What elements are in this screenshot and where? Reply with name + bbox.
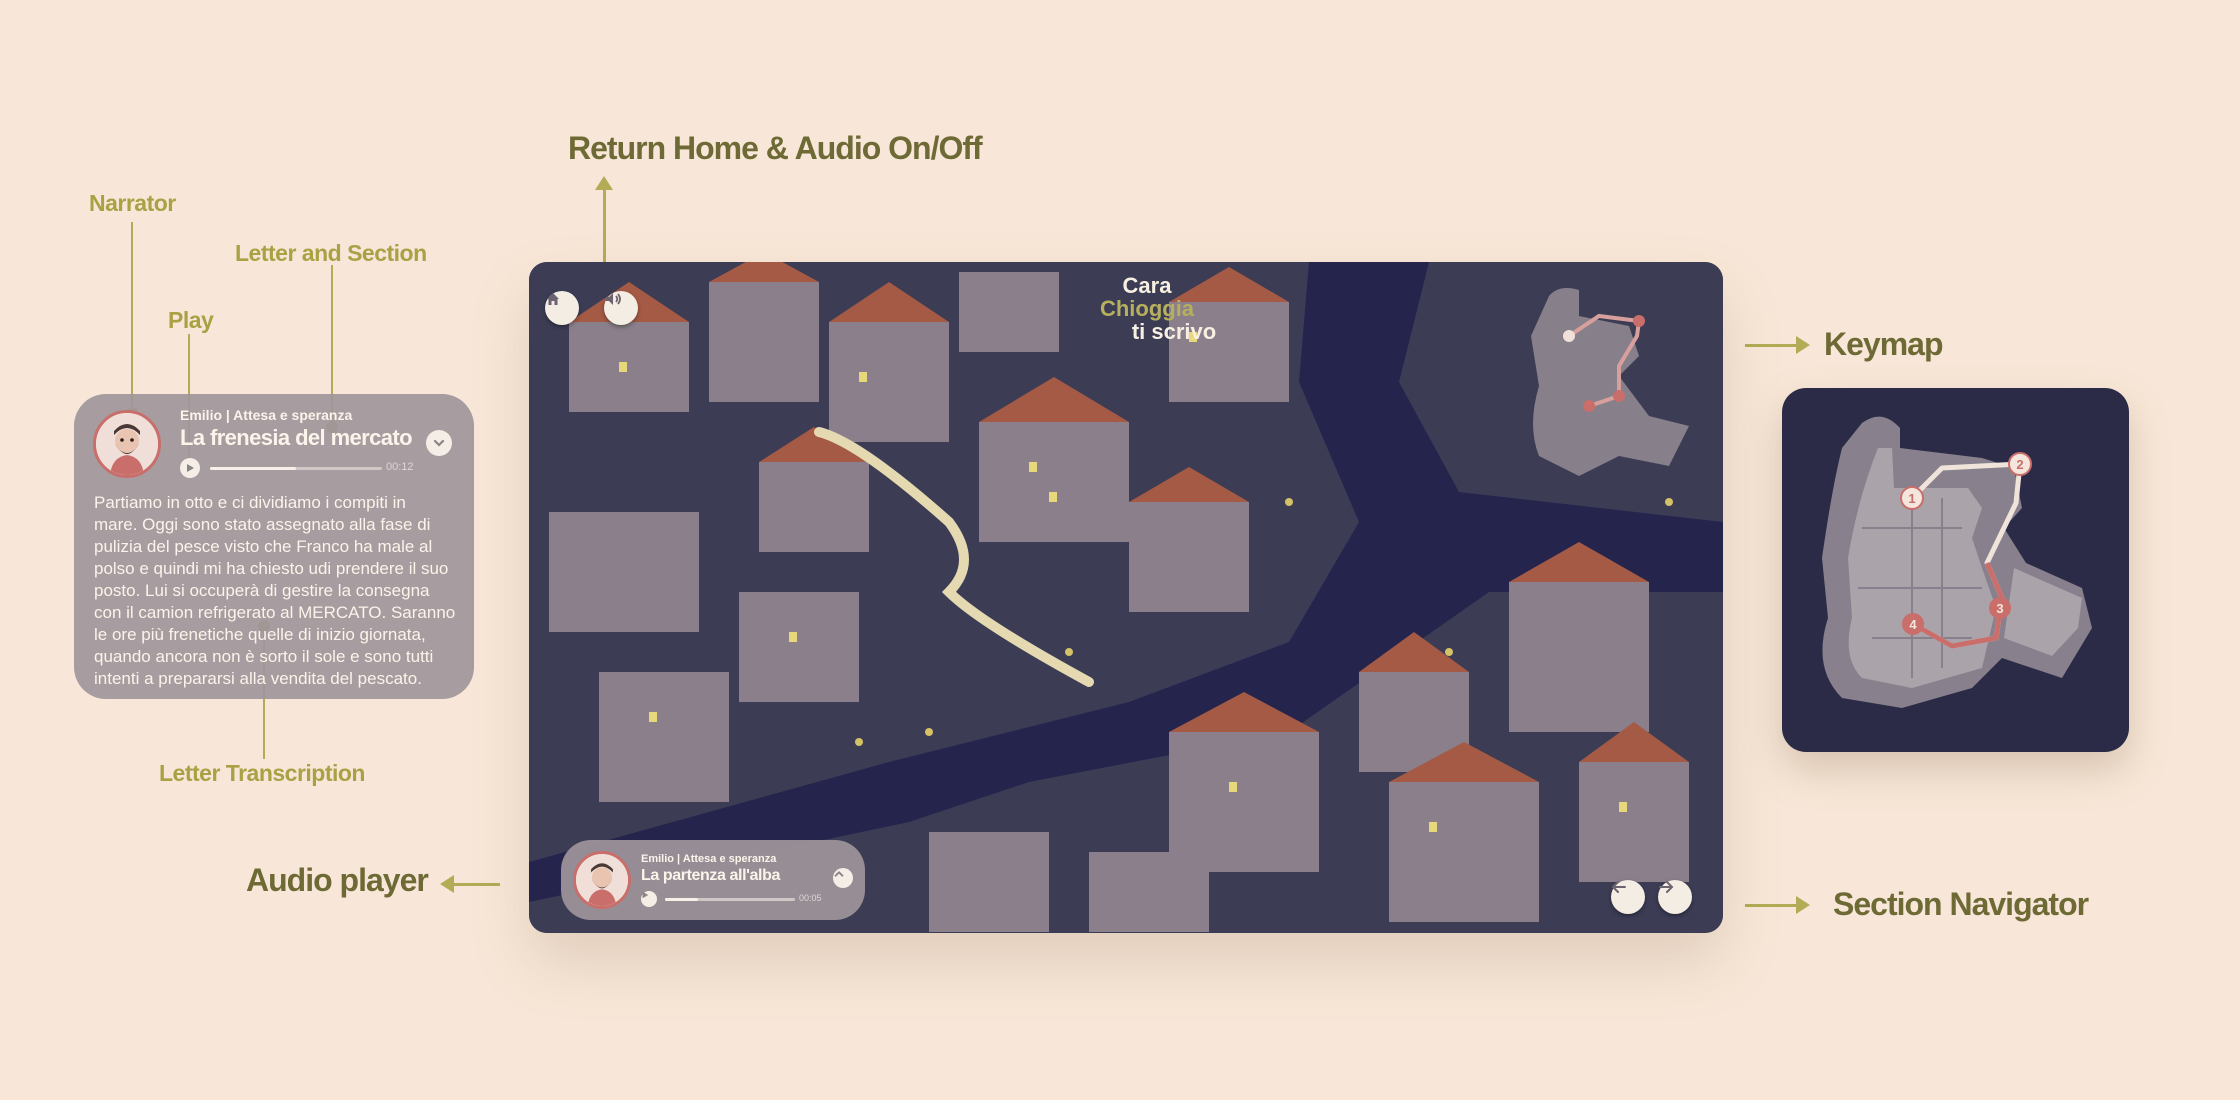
transcript-line: Partiamo in otto e ci dividiamo i compit… [94,493,406,512]
narrator-avatar [573,851,631,909]
app-logo[interactable]: Cara Chioggia ti scrivo [1057,274,1237,343]
expand-button[interactable] [833,868,853,888]
transcript-line: posto. Lui si occuperà di gestire la con… [94,581,430,600]
svg-text:2: 2 [2016,457,2023,472]
arrow-left-icon [1611,881,1626,893]
progress-fill [665,898,698,901]
player-section-title: La frenesia del mercato [180,425,413,450]
mini-player-meta: Emilio | Attesa e speranza [641,853,777,865]
keymap-point-2[interactable]: 2 [2008,452,2032,476]
next-section-button[interactable] [1658,880,1692,914]
speaker-icon [606,293,621,305]
leader-line-narrator [131,222,133,412]
progress-track[interactable] [210,467,382,470]
transcript-line: mare. Oggi sono stato assegnato alla fas… [94,515,431,534]
chevron-up-icon [834,870,844,877]
transcript-line: intenti a prepararsi alla vendita del pe… [94,669,422,688]
arrow-line-section-navigator [1745,904,1797,907]
mini-audio-player: Emilio | Attesa e speranza La partenza a… [561,840,865,920]
arrow-up-icon [595,176,613,190]
arrow-line-audio-player [448,883,500,886]
svg-text:1: 1 [1908,491,1915,506]
map-viewport[interactable]: Cara Chioggia ti scrivo Emilio | Attesa … [529,262,1723,933]
progress-track[interactable] [665,898,795,901]
keymap-card: 1 2 3 4 [1782,388,2129,752]
keymap-point-4[interactable]: 4 [1902,613,1924,635]
keymap[interactable]: 1 2 3 4 [1782,388,2129,752]
logo-line-2: Chioggia [1099,296,1195,321]
letter-transcription: Partiamo in otto e ci dividiamo i compit… [94,492,455,690]
expanded-audio-player: Emilio | Attesa e speranza La frenesia d… [74,394,474,699]
keymap-point-3[interactable]: 3 [1989,597,2011,619]
arrow-right-icon [1659,881,1674,893]
play-button[interactable] [180,458,200,478]
transcript-line: quando ancora non è sorto il sole e sono… [94,647,434,666]
annotation-letter-transcription: Letter Transcription [159,760,365,786]
annotation-return-home-audio: Return Home & Audio On/Off [568,130,983,166]
arrow-line-keymap [1745,344,1797,347]
mini-player-time: 00:05 [799,893,822,903]
player-meta: Emilio | Attesa e speranza [180,407,353,423]
home-button[interactable] [545,291,579,325]
transcript-line: pulizia del pesce visto che Franco ha ma… [94,537,433,556]
chevron-down-icon [433,439,445,447]
arrow-left-annotation-icon [440,875,454,893]
narrator-avatar [93,410,161,478]
transcript-line: polso e quindi mi ha chiesto udi prender… [94,559,449,578]
annotation-section-navigator: Section Navigator [1833,886,2089,922]
arrow-right-annotation-icon [1796,896,1810,914]
svg-text:3: 3 [1996,601,2003,616]
svg-text:4: 4 [1909,617,1917,632]
mini-keymap[interactable] [1519,276,1699,476]
player-time: 00:12 [386,461,414,473]
annotation-keymap: Keymap [1824,326,1943,362]
logo-line-1: Cara [1122,273,1172,298]
home-icon [547,293,559,305]
transcript-line: le ore più frenetiche quelle di inizio g… [94,625,426,644]
annotation-letter-section: Letter and Section [235,240,427,266]
mini-player-section-title: La partenza all'alba [641,867,780,884]
arrow-right-annotation-icon [1796,336,1810,354]
transcript-line: con il camion refrigerato al MERCATO. Sa… [94,603,456,622]
play-icon [187,464,194,472]
expand-button[interactable] [426,430,452,456]
annotation-play: Play [168,307,214,333]
previous-section-button[interactable] [1611,880,1645,914]
play-button[interactable] [641,891,657,907]
annotation-audio-player: Audio player [246,862,429,898]
annotation-narrator: Narrator [89,190,176,216]
logo-line-3: ti scrivo [1131,319,1217,344]
audio-toggle-button[interactable] [604,291,638,325]
progress-fill [210,467,296,470]
play-icon [642,891,649,899]
keymap-point-1[interactable]: 1 [1900,486,1924,510]
